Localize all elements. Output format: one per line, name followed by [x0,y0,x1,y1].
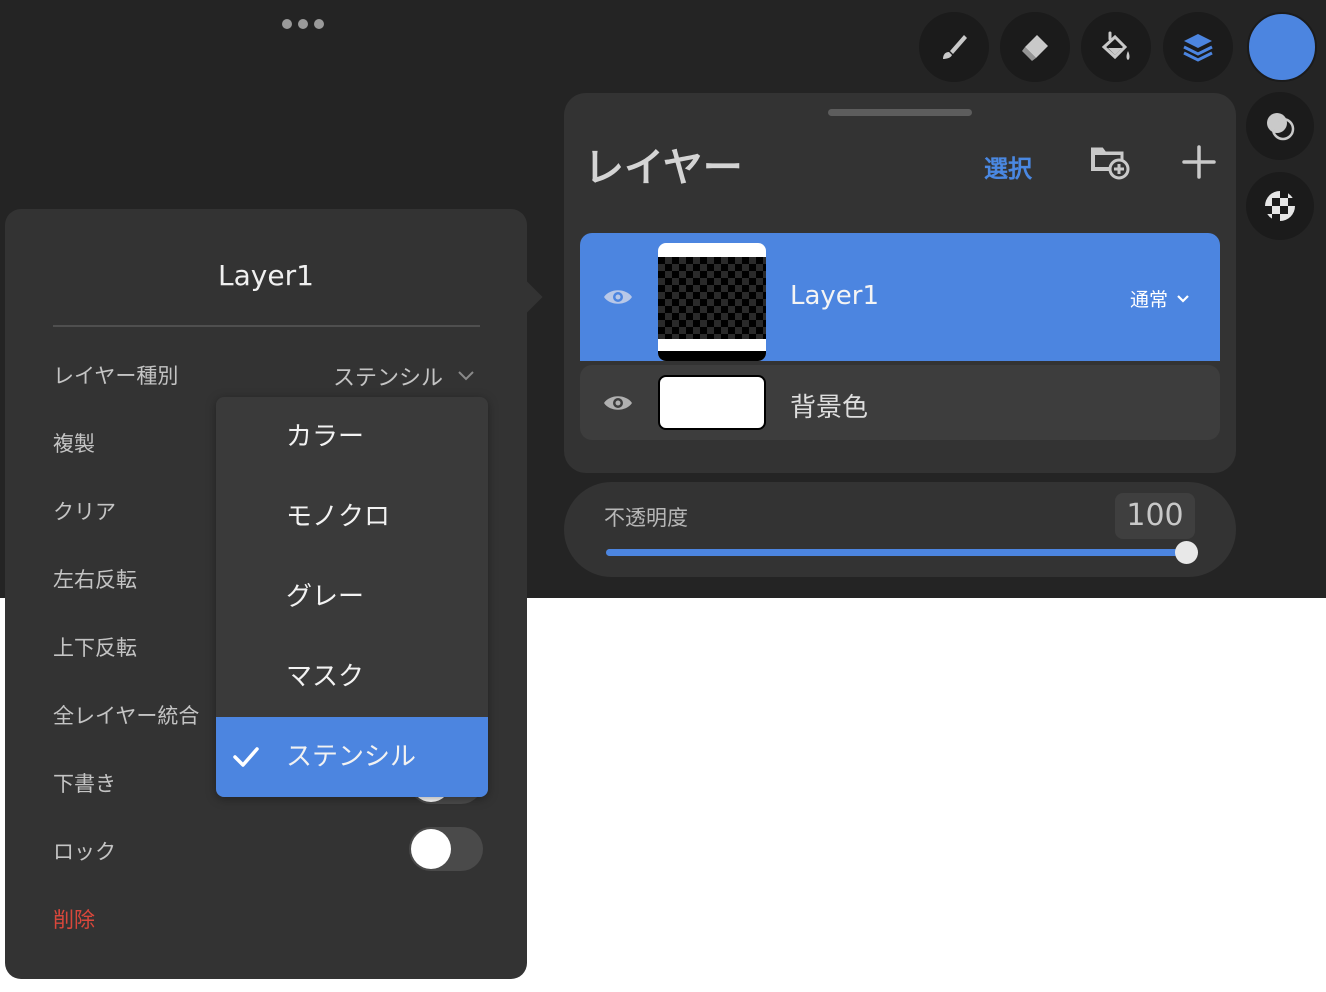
opacity-label: 不透明度 [604,506,688,530]
option-gray[interactable]: グレー [216,557,488,637]
option-stencil[interactable]: ステンシル [216,717,488,797]
lock-toggle[interactable] [409,827,483,871]
layers-icon [1183,34,1213,62]
blend-mode-label: 通常 [1129,289,1168,311]
option-label: ステンシル [286,742,417,772]
brush-icon [943,35,967,59]
divider [53,325,480,327]
draft-label: 下書き [53,772,116,796]
eraser-icon [1022,35,1048,61]
eye-icon[interactable] [602,393,634,413]
select-button[interactable]: 選択 [984,149,1032,184]
layer-type-value: ステンシル [333,366,444,391]
option-mask[interactable]: マスク [216,637,488,717]
flip-vertical-button[interactable]: 上下反転 [53,632,137,662]
opacity-panel: 不透明度 100 [564,482,1236,577]
panel-title: レイヤー [584,145,743,191]
blend-tool-button[interactable] [1246,92,1314,160]
brush-tool-button[interactable] [919,12,989,82]
flip-horizontal-button[interactable]: 左右反転 [53,564,137,594]
opacity-slider-fill [606,549,1186,556]
opacity-value-field[interactable]: 100 [1115,493,1195,539]
clear-button[interactable]: クリア [53,496,116,526]
chevron-down-icon [458,371,474,381]
layer-name: 背景色 [790,393,869,423]
add-folder-icon[interactable] [1088,141,1132,181]
fill-tool-button[interactable] [1081,12,1151,82]
layers-panel: レイヤー 選択 Layer1 通常 背景色 [564,93,1236,473]
checker-icon [1265,191,1295,221]
layer-type-label: レイヤー種別 [53,364,179,388]
layer-name: Layer1 [790,281,880,311]
blend-mode-selector[interactable]: 通常 [1130,285,1190,312]
layer-row-layer1[interactable]: Layer1 通常 [580,233,1220,361]
layers-tool-button[interactable] [1163,12,1233,82]
add-layer-icon[interactable] [1180,143,1218,181]
layer-thumbnail [658,243,766,361]
layer-row-background[interactable]: 背景色 [580,365,1220,440]
duplicate-button[interactable]: 複製 [53,428,95,458]
layer-thumbnail [658,375,766,430]
eraser-tool-button[interactable] [1000,12,1070,82]
opacity-slider[interactable] [606,541,1198,564]
merge-all-button[interactable]: 全レイヤー統合 [53,700,199,730]
panel-grabber[interactable] [828,109,972,116]
option-monochrome[interactable]: モノクロ [216,477,488,557]
more-options-icon[interactable] [278,15,328,33]
toggle-knob [411,829,451,869]
blend-icon [1267,113,1295,141]
current-color-swatch[interactable] [1247,12,1317,82]
lock-label: ロック [53,840,116,864]
opacity-slider-thumb[interactable] [1175,541,1198,564]
layer-type-dropdown: カラー モノクロ グレー マスク ステンシル [216,397,488,797]
chevron-down-icon [1177,294,1189,303]
delete-button[interactable]: 削除 [53,904,95,934]
checkmark-icon [233,747,259,767]
popover-title: Layer1 [218,259,314,292]
fill-bucket-icon [1101,31,1130,60]
eye-icon[interactable] [602,287,634,307]
layer-type-selector[interactable]: ステンシル [333,360,475,392]
transparency-tool-button[interactable] [1246,172,1314,240]
option-color[interactable]: カラー [216,397,488,477]
